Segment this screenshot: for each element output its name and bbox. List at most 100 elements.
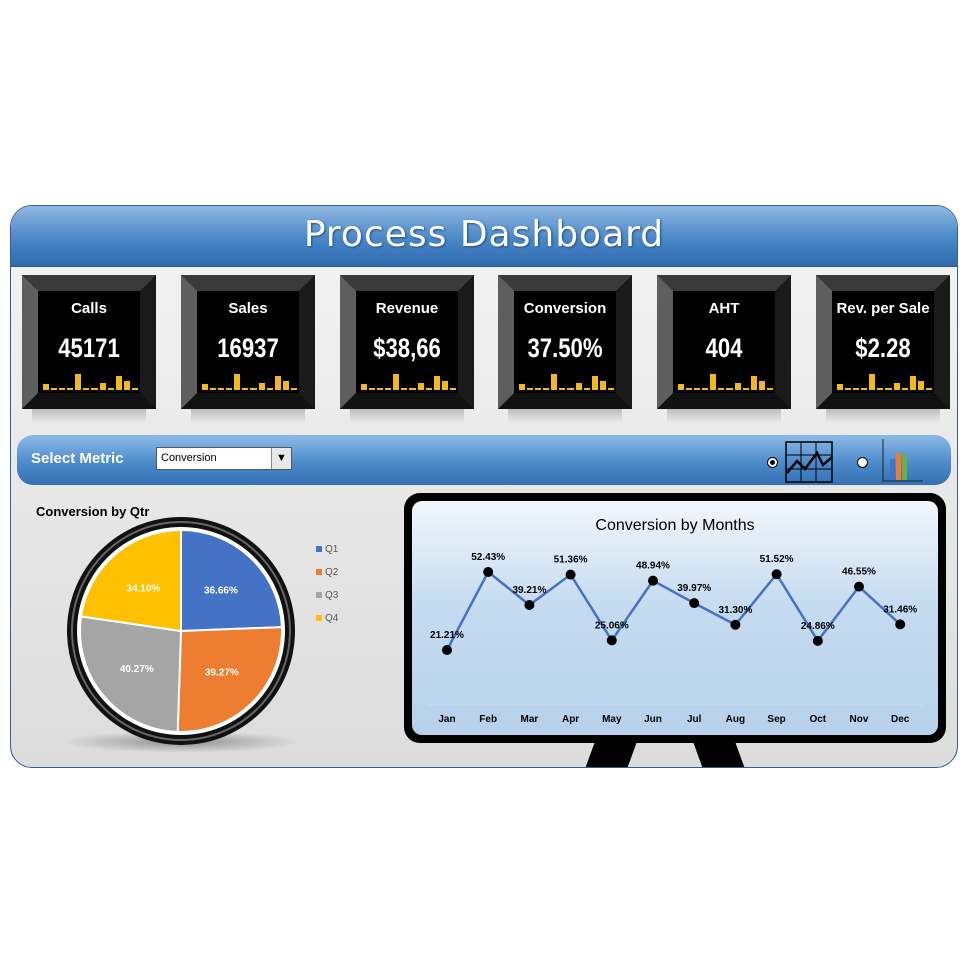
spark-bar	[210, 388, 217, 390]
line-series	[445, 570, 902, 651]
sparkline	[361, 372, 456, 390]
spark-bar	[909, 376, 916, 390]
spark-bar	[377, 388, 384, 390]
spark-bar	[369, 388, 376, 390]
legend-swatch	[316, 592, 322, 598]
legend-label: Q1	[325, 544, 339, 555]
line-chart-screen: Conversion by Months 21.21% Jan 52.43% Feb 3…	[412, 501, 938, 735]
spark-bar	[202, 384, 209, 390]
kpi-value: 45171	[58, 333, 120, 363]
legend-swatch	[316, 546, 322, 552]
spark-bar	[519, 384, 526, 390]
kpi-tile-sales: Sales 16937	[181, 275, 315, 423]
spark-bar	[758, 381, 765, 390]
spark-bar	[742, 388, 749, 390]
kpi-tile-aht: AHT 404	[657, 275, 791, 423]
x-tick-label: Nov	[850, 714, 869, 725]
kpi-tile-revenue: Revenue $38,66	[340, 275, 474, 423]
kpi-label: Sales	[228, 300, 268, 317]
spark-bar	[242, 388, 249, 390]
line-chart: Conversion by Months 21.21% Jan 52.43% Feb 3…	[427, 517, 923, 725]
spark-bar	[599, 381, 606, 390]
x-tick-label: Jun	[644, 714, 662, 725]
x-tick-label: Jul	[687, 714, 702, 725]
x-tick-label: Mar	[521, 714, 539, 725]
spark-bar	[226, 388, 233, 390]
dropdown-arrow-icon[interactable]: ▼	[271, 448, 291, 469]
spark-bar	[67, 388, 74, 390]
monitor-stand-left	[583, 743, 637, 767]
spark-bar	[266, 388, 273, 390]
spark-bar	[535, 388, 542, 390]
spark-bar	[543, 388, 550, 390]
data-point-jun	[648, 575, 658, 586]
spark-bar	[218, 388, 225, 390]
tile-reflection	[191, 409, 305, 423]
spark-bar	[845, 388, 852, 390]
spark-bar	[710, 374, 717, 390]
spark-bar	[885, 388, 892, 390]
spark-bar	[567, 388, 574, 390]
metric-dropdown[interactable]: Conversion ▼	[156, 447, 292, 470]
spark-bar	[393, 374, 400, 390]
data-label: 21.21%	[430, 630, 464, 641]
header: Process Dashboard	[11, 206, 957, 267]
spark-bar	[385, 388, 392, 390]
spark-bar	[234, 374, 241, 390]
spark-bar	[417, 383, 424, 390]
line-chart-radio[interactable]	[767, 457, 778, 468]
line-chart-icon[interactable]	[785, 441, 833, 483]
spark-bar	[59, 388, 66, 390]
data-label: 46.55%	[842, 567, 876, 578]
spark-bar	[99, 383, 106, 390]
spark-bar	[258, 383, 265, 390]
kpi-label: Rev. per Sale	[836, 300, 930, 317]
pie-chart: 36.66% 39.27% 40.27% 34.10%	[67, 517, 295, 745]
spark-bar	[425, 388, 432, 390]
kpi-label: Conversion	[523, 300, 607, 317]
spark-bar	[290, 388, 297, 390]
bar-chart-radio[interactable]	[857, 457, 868, 468]
spark-bar	[702, 388, 709, 390]
spark-bar	[282, 381, 289, 390]
data-label: 24.86%	[801, 621, 835, 632]
spark-bar	[107, 388, 114, 390]
tile-reflection	[508, 409, 622, 423]
data-point-apr	[565, 569, 576, 580]
spark-bar	[877, 388, 884, 390]
spark-bar	[559, 388, 566, 390]
sparkline	[519, 372, 614, 390]
data-label: 51.52%	[760, 554, 794, 565]
legend-label: Q4	[325, 613, 339, 624]
data-point-feb	[483, 566, 494, 577]
data-label: 48.94%	[636, 561, 670, 572]
x-tick-label: Feb	[479, 714, 497, 725]
spark-bar	[433, 376, 440, 390]
spark-bar	[750, 376, 757, 390]
spark-bar	[678, 384, 685, 390]
kpi-tile-conversion: Conversion 37.50%	[498, 275, 632, 423]
spark-bar	[734, 383, 741, 390]
legend-label: Q3	[325, 590, 339, 601]
metric-dropdown-value: Conversion	[161, 452, 217, 464]
spark-bar	[91, 388, 98, 390]
pie-data-label: 40.27%	[120, 664, 154, 675]
spark-bar	[583, 388, 590, 390]
data-point-jul	[689, 598, 700, 609]
data-point-sep	[771, 569, 782, 580]
bar-chart-icon[interactable]	[879, 437, 925, 483]
spark-bar	[449, 388, 456, 390]
spark-bar	[551, 374, 558, 390]
data-point-mar	[524, 600, 535, 610]
spark-bar	[901, 388, 908, 390]
spark-bar	[250, 388, 257, 390]
page-title: Process Dashboard	[303, 214, 665, 255]
spark-bar	[591, 376, 598, 390]
data-label: 39.21%	[512, 585, 546, 596]
legend-item-q1: Q1	[316, 544, 338, 555]
spark-bar	[43, 384, 50, 390]
sparkline	[43, 372, 138, 390]
metric-toolbar: Select Metric Conversion ▼	[17, 435, 951, 485]
spark-bar	[686, 388, 693, 390]
spark-bar	[75, 374, 82, 390]
